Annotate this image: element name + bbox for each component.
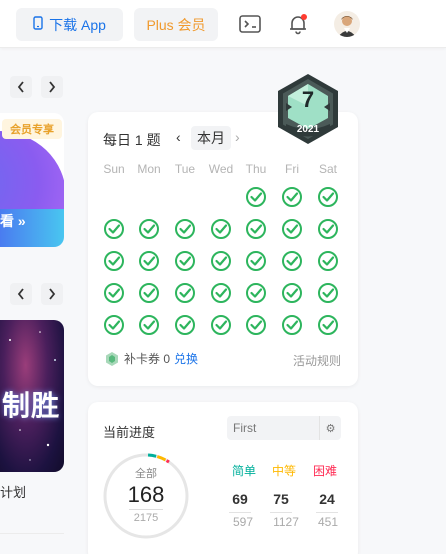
medal-year: 2021 bbox=[296, 124, 320, 135]
add-frame-icon[interactable] bbox=[238, 12, 262, 36]
check-icon[interactable] bbox=[103, 282, 125, 304]
check-icon[interactable] bbox=[103, 218, 125, 240]
check-icon[interactable] bbox=[317, 314, 339, 336]
check-icon[interactable] bbox=[174, 218, 196, 240]
check-icon[interactable] bbox=[138, 282, 160, 304]
check-icon[interactable] bbox=[103, 250, 125, 272]
medium-solved: 75 bbox=[273, 491, 289, 507]
poster-title: 制胜 bbox=[2, 390, 61, 421]
solved-count: 168 bbox=[127, 482, 165, 507]
check-icon[interactable] bbox=[138, 250, 160, 272]
check-icon[interactable] bbox=[281, 314, 303, 336]
check-icon[interactable] bbox=[317, 186, 339, 208]
carousel-next-button[interactable] bbox=[41, 76, 63, 98]
avatar[interactable] bbox=[334, 11, 360, 37]
weekday-sun: Sun bbox=[103, 162, 125, 176]
redeem-link[interactable]: 兑换 bbox=[174, 350, 198, 367]
carousel-prev-button[interactable] bbox=[10, 76, 32, 98]
top-bar: 下载 App Plus 会员 bbox=[0, 0, 446, 48]
easy-total: 597 bbox=[232, 515, 254, 529]
hard-label: 困难 bbox=[312, 464, 337, 478]
weekday-tue: Tue bbox=[174, 162, 196, 176]
current-progress-card: 当前进度 First ⚙ 全部 168 2175 简单 中等 困难 69 75 … bbox=[88, 402, 358, 554]
easy-label: 简单 bbox=[231, 464, 256, 478]
gear-icon[interactable]: ⚙ bbox=[319, 416, 341, 440]
weekday-sat: Sat bbox=[318, 162, 337, 176]
hard-solved: 24 bbox=[319, 491, 335, 507]
check-icon[interactable] bbox=[174, 282, 196, 304]
carousel2-prev-button[interactable] bbox=[10, 283, 32, 305]
check-icon[interactable] bbox=[245, 250, 267, 272]
phone-icon bbox=[33, 16, 43, 33]
check-icon[interactable] bbox=[281, 186, 303, 208]
check-icon[interactable] bbox=[174, 314, 196, 336]
all-label: 全部 bbox=[135, 468, 157, 480]
check-icon[interactable] bbox=[245, 314, 267, 336]
activity-rules-link[interactable]: 活动规则 bbox=[293, 352, 341, 369]
ring-separator bbox=[129, 509, 163, 510]
plus-membership-button[interactable]: Plus 会员 bbox=[134, 8, 218, 41]
check-icon[interactable] bbox=[210, 314, 232, 336]
carousel2-next-button[interactable] bbox=[41, 283, 63, 305]
daily-question-title: 每日 1 题 bbox=[103, 132, 161, 148]
check-icon[interactable] bbox=[317, 250, 339, 272]
check-icon[interactable] bbox=[317, 218, 339, 240]
coupon-label: 补卡券 0 bbox=[124, 352, 171, 366]
medium-divider bbox=[270, 512, 292, 513]
weekday-wed: Wed bbox=[208, 162, 234, 176]
easy-solved: 69 bbox=[232, 491, 248, 507]
weekday-mon: Mon bbox=[137, 162, 161, 176]
ring-arc-medium bbox=[156, 455, 167, 462]
check-icon[interactable] bbox=[317, 282, 339, 304]
check-icon[interactable] bbox=[245, 282, 267, 304]
bell-icon[interactable] bbox=[286, 12, 310, 36]
check-icon[interactable] bbox=[210, 250, 232, 272]
check-icon[interactable] bbox=[245, 186, 267, 208]
weekday-fri: Fri bbox=[285, 162, 299, 176]
current-month-button[interactable]: 本月 bbox=[191, 126, 231, 150]
check-icon[interactable] bbox=[103, 314, 125, 336]
hard-total: 451 bbox=[317, 515, 339, 529]
daily-question-card: 每日 1 题 ‹ 本月 › Sun Mon Tue Wed Thu Fri Sa… bbox=[88, 112, 358, 386]
check-icon[interactable] bbox=[210, 218, 232, 240]
monthly-badge-medal[interactable]: 7 2021 bbox=[274, 72, 342, 146]
check-icon[interactable] bbox=[281, 250, 303, 272]
check-icon[interactable] bbox=[138, 314, 160, 336]
prev-month-button[interactable]: ‹ bbox=[176, 129, 181, 145]
promo-view-button[interactable]: 看 » bbox=[0, 211, 26, 231]
makeup-coupon: 补卡券 0 兑换 bbox=[104, 350, 198, 367]
check-icon[interactable] bbox=[210, 282, 232, 304]
poster-caption[interactable]: 计划 bbox=[0, 482, 26, 501]
check-icon[interactable] bbox=[174, 250, 196, 272]
download-app-label: 下载 App bbox=[49, 16, 106, 33]
hard-divider bbox=[316, 512, 338, 513]
coupon-gem-icon bbox=[106, 351, 118, 366]
medium-total: 1127 bbox=[273, 515, 299, 529]
medium-label: 中等 bbox=[271, 464, 296, 478]
easy-divider bbox=[229, 512, 251, 513]
download-app-button[interactable]: 下载 App bbox=[16, 8, 123, 41]
check-icon[interactable] bbox=[245, 218, 267, 240]
ring-arc-hard bbox=[165, 459, 170, 464]
check-icon[interactable] bbox=[281, 218, 303, 240]
weekday-thu: Thu bbox=[245, 162, 267, 176]
next-month-button[interactable]: › bbox=[235, 129, 240, 145]
divider bbox=[0, 533, 64, 534]
vip-exclusive-badge: 会员专享 bbox=[2, 119, 62, 139]
total-count: 2175 bbox=[133, 512, 159, 524]
check-icon[interactable] bbox=[281, 282, 303, 304]
ring-arc-easy bbox=[147, 453, 157, 458]
medal-number: 7 bbox=[301, 87, 315, 112]
check-icon[interactable] bbox=[138, 218, 160, 240]
progress-title: 当前进度 bbox=[103, 425, 156, 440]
